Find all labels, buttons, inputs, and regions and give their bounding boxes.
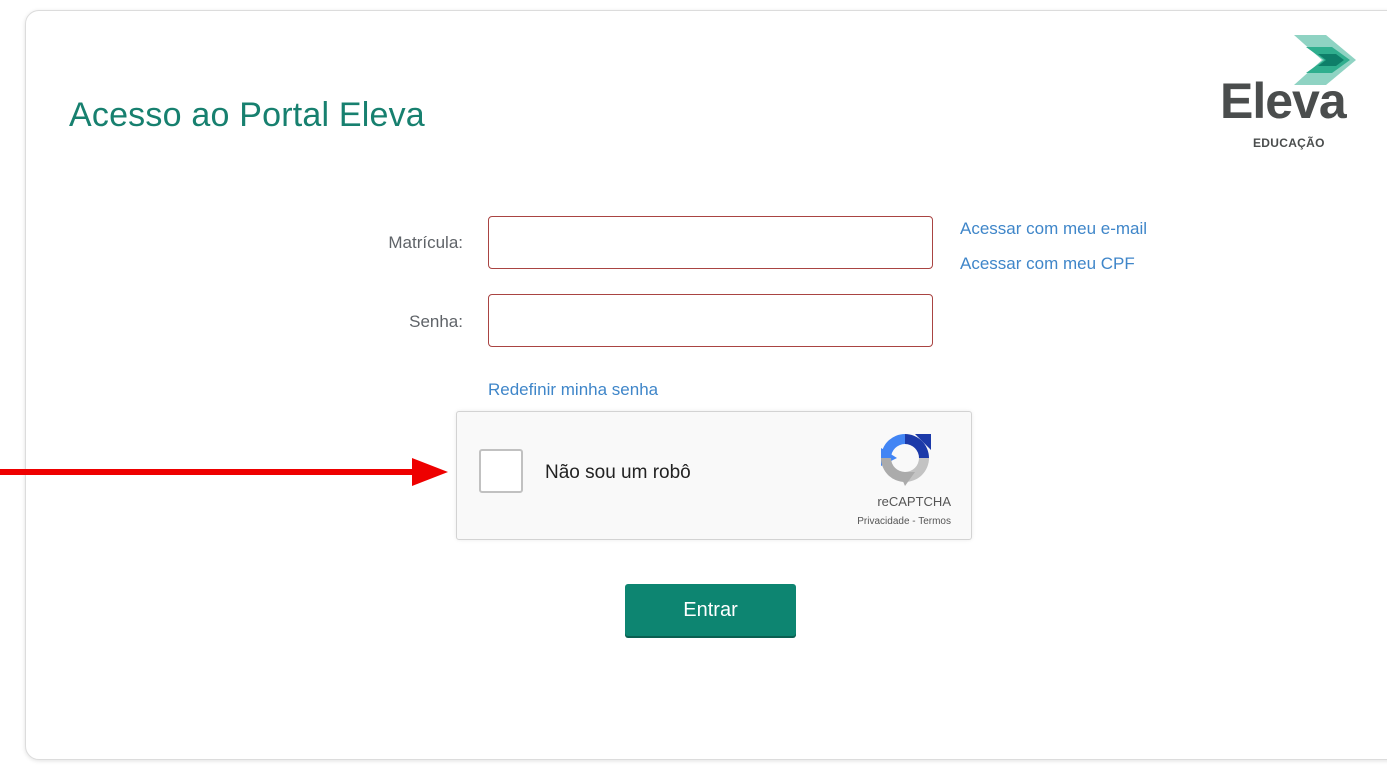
page-title: Acesso ao Portal Eleva [69, 96, 425, 134]
senha-label: Senha: [409, 312, 463, 331]
recaptcha-terms-links[interactable]: Privacidade - Termos [807, 516, 951, 527]
annotation-arrow-icon [0, 458, 448, 486]
login-with-cpf-link[interactable]: Acessar com meu CPF [960, 254, 1135, 274]
reset-password-link[interactable]: Redefinir minha senha [488, 380, 658, 400]
matricula-input[interactable] [488, 216, 933, 269]
login-with-email-link[interactable]: Acessar com meu e-mail [960, 219, 1147, 239]
senha-input[interactable] [488, 294, 933, 347]
recaptcha-label: Não sou um robô [545, 462, 691, 483]
matricula-label: Matrícula: [388, 233, 463, 252]
recaptcha-widget: Não sou um robô reCAPTCHA Privacidade - … [456, 411, 972, 540]
recaptcha-logo-icon [881, 434, 931, 486]
entrar-button[interactable]: Entrar [625, 584, 796, 636]
recaptcha-brand: reCAPTCHA [877, 494, 951, 509]
logo-subtitle: EDUCAÇÃO [1253, 136, 1325, 150]
recaptcha-checkbox[interactable] [479, 449, 523, 493]
login-page: Acesso ao Portal Eleva Eleva EDUCAÇÃO Ma… [0, 0, 1387, 766]
logo-wordmark: Eleva [1220, 73, 1347, 129]
